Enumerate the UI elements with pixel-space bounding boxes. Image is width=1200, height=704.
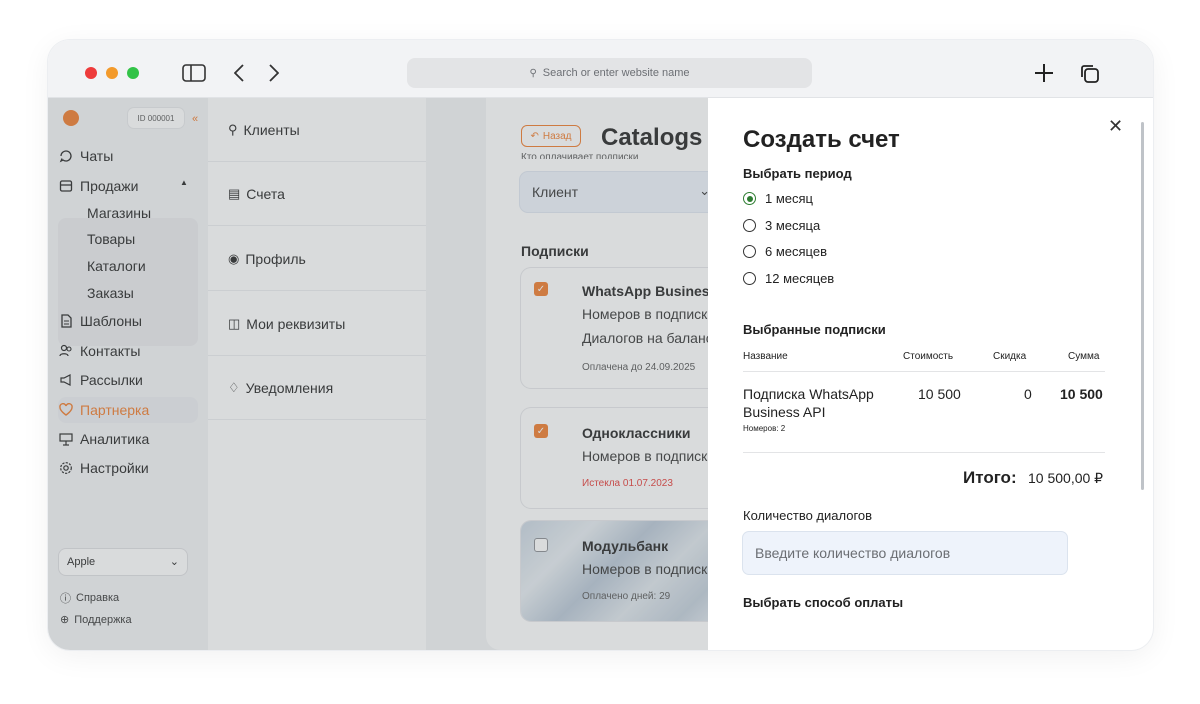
address-bar[interactable]: ⚲ Search or enter website name [407,58,812,88]
period-option-label: 1 месяц [765,191,813,206]
period-option-label: 6 месяцев [765,244,827,259]
column-header-discount: Скидка [993,351,1027,362]
sidebar-icon[interactable] [182,64,206,82]
back-icon[interactable] [232,63,246,83]
dialogs-input-placeholder: Введите количество диалогов [755,545,951,561]
period-option-1[interactable]: 1 месяц [743,191,813,206]
row-numbers: Номеров: 2 [743,424,786,433]
modal-title: Создать счет [743,126,900,153]
period-option-3[interactable]: 3 месяца [743,218,820,233]
period-title: Выбрать период [743,166,852,181]
payment-method-title: Выбрать способ оплаты [743,595,904,610]
period-option-label: 12 месяцев [765,271,835,286]
column-header-sum: Сумма [1068,351,1100,362]
row-discount: 0 [1024,386,1032,402]
radio-unselected [743,272,756,285]
period-option-label: 3 месяца [765,218,821,233]
row-name-line1: Подписка WhatsApp [743,386,874,402]
search-icon: ⚲ [529,67,537,79]
row-sum: 10 500 [1060,386,1103,402]
dialogs-count-input[interactable]: Введите количество диалогов [743,532,1067,574]
column-header-name: Название [743,351,788,362]
address-placeholder: Search or enter website name [542,67,690,79]
close-icon[interactable]: ✕ [1108,116,1123,137]
dialogs-label: Количество диалогов [743,508,873,523]
create-invoice-drawer: Создать счет ✕ Выбрать период 1 месяц 3 … [708,98,1148,650]
maximize-window-button[interactable] [127,67,139,79]
tabs-icon[interactable] [1079,63,1101,85]
period-option-6[interactable]: 6 месяцев [743,244,827,259]
period-option-12[interactable]: 12 месяцев [743,271,834,286]
column-header-cost: Стоимость [903,351,954,362]
browser-window: ⚲ Search or enter website name ID 000001… [48,40,1153,650]
plus-icon[interactable] [1033,62,1055,84]
browser-toolbar: ⚲ Search or enter website name [48,40,1153,98]
scrollbar[interactable] [1141,122,1144,490]
radio-unselected [743,245,756,258]
minimize-window-button[interactable] [106,67,118,79]
total-value: 10 500,00 ₽ [1028,470,1104,486]
divider [743,371,1105,372]
divider [743,452,1105,453]
radio-unselected [743,219,756,232]
selected-subscriptions-title: Выбранные подписки [743,322,886,337]
row-cost: 10 500 [918,386,961,402]
close-window-button[interactable] [85,67,97,79]
radio-selected [743,192,756,205]
forward-icon[interactable] [267,63,281,83]
row-name-line2: Business API [743,404,826,420]
total-label: Итого: [963,468,1017,487]
modal-backdrop[interactable] [48,98,708,650]
